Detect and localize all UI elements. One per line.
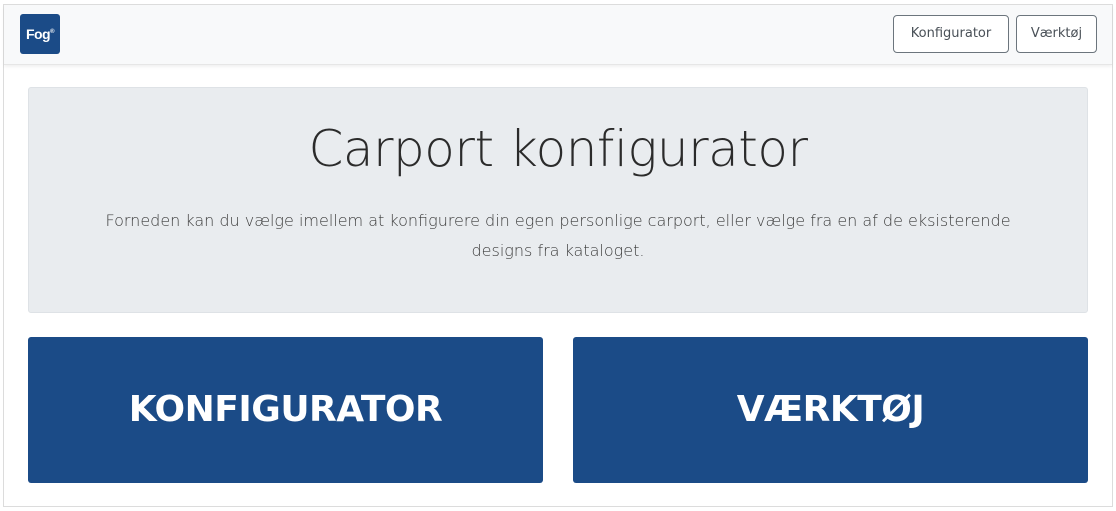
fog-logo[interactable]: Fog® (20, 14, 60, 54)
nav-konfigurator-button[interactable]: Konfigurator (893, 15, 1009, 53)
konfigurator-button[interactable]: KONFIGURATOR (28, 337, 543, 483)
logo-registered-mark: ® (50, 29, 55, 35)
page-title: Carport konfigurator (308, 120, 808, 178)
logo-text: Fog (25, 26, 51, 42)
hero-jumbotron: Carport konfigurator Forneden kan du væl… (28, 87, 1088, 313)
page-frame: Fog® Konfigurator Værktøj Carport konfig… (3, 4, 1113, 507)
hero-description: Forneden kan du vælge imellem at konfigu… (105, 211, 1011, 260)
vaerktoej-button[interactable]: VÆRKTØJ (573, 337, 1088, 483)
navbar: Fog® Konfigurator Værktøj (4, 5, 1112, 65)
nav-vaerktoej-button[interactable]: Værktøj (1016, 15, 1097, 53)
